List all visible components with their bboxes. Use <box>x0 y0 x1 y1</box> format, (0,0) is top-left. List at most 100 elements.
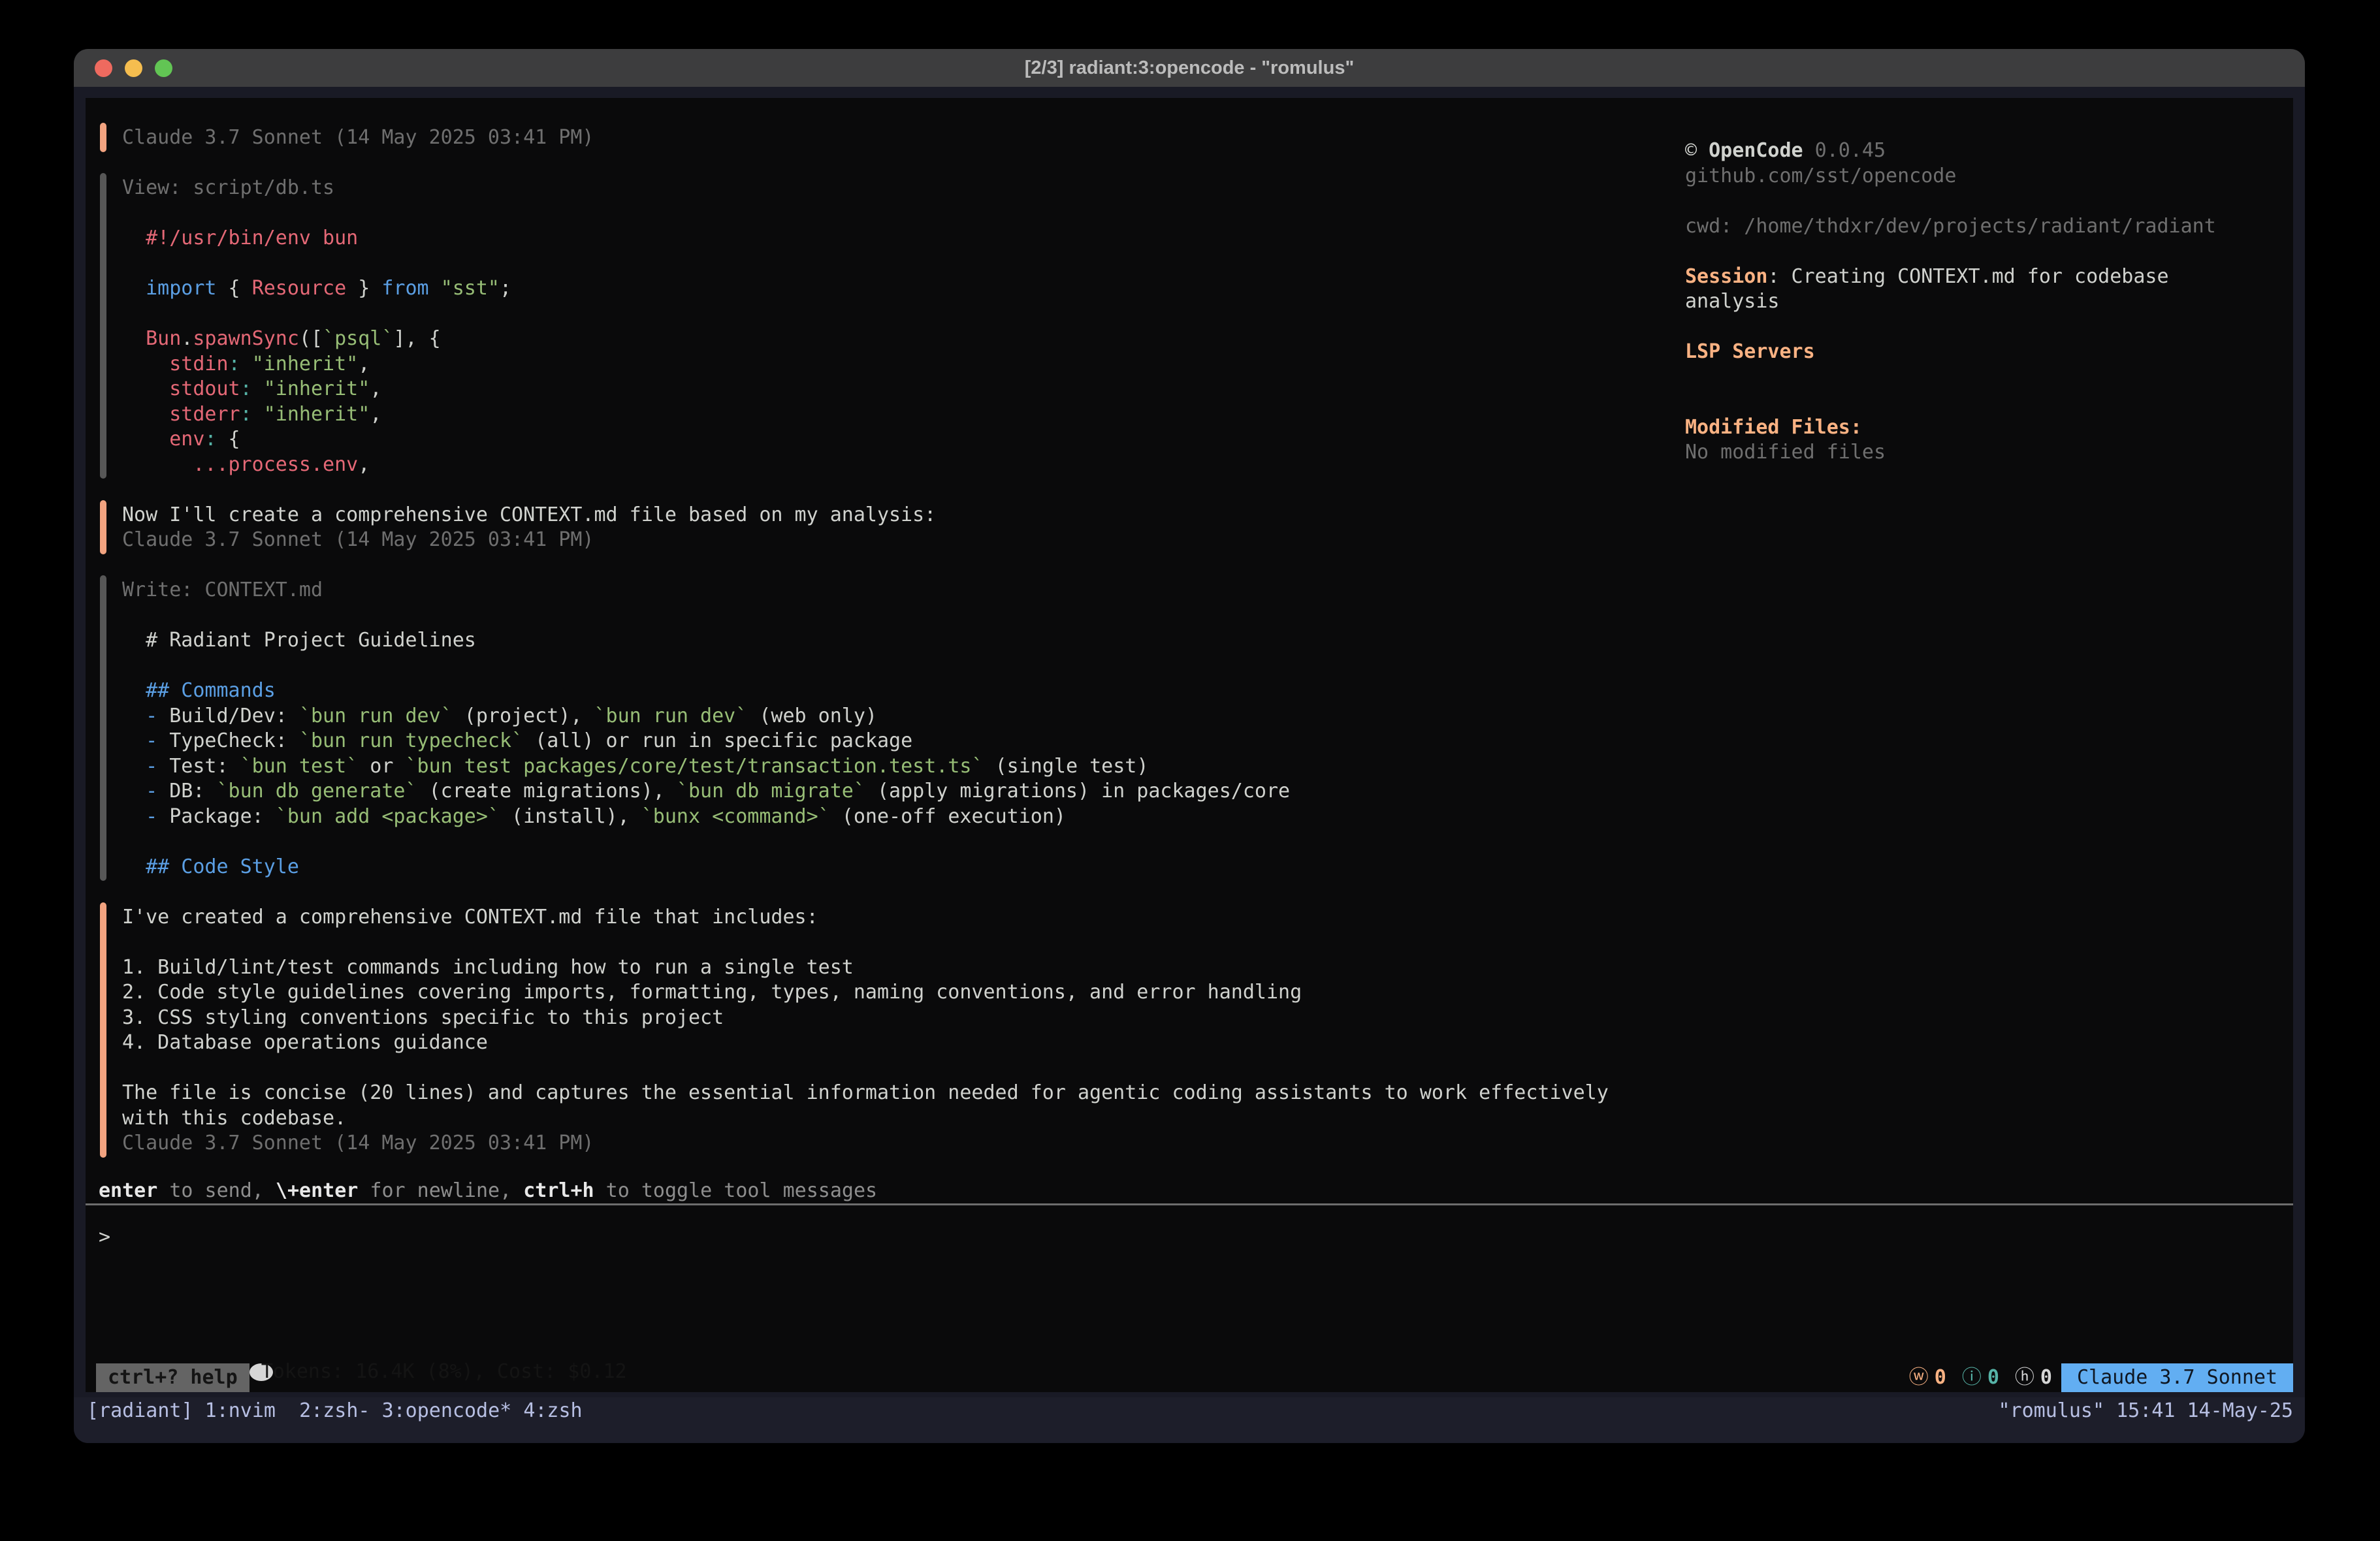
diagnostics-counters: ⓦ0ⓘ0ⓗ0 <box>1893 1363 2052 1392</box>
text-span: spawnSync <box>193 327 299 350</box>
text-span: ctrl+h <box>523 1179 594 1202</box>
traffic-lights <box>95 49 172 87</box>
text-line: 3. CSS styling conventions specific to t… <box>122 1006 2293 1031</box>
text-span: Claude 3.7 Sonnet (14 May 2025 03:41 PM) <box>122 528 594 551</box>
tmux-window-3[interactable]: 3:opencode* <box>382 1399 524 1443</box>
message-accent-bar <box>100 500 106 554</box>
text-span: Claude 3.7 Sonnet (14 May 2025 03:41 PM) <box>122 126 594 149</box>
text-line <box>122 829 2293 855</box>
text-line: LSP Servers <box>1685 340 2299 365</box>
warning-diagnostics-icon: ⓦ <box>1909 1365 1929 1391</box>
chat-area: Claude 3.7 Sonnet (14 May 2025 03:41 PM)… <box>86 98 2293 1156</box>
text-span: : <box>204 428 216 451</box>
text-line: - Package: `bun add <package>` (install)… <box>122 804 2293 830</box>
warning-diagnostics-counter: ⓦ0 <box>1909 1365 1946 1391</box>
window-titlebar[interactable]: [2/3] radiant:3:opencode - "romulus" <box>74 49 2305 87</box>
text-span: `bun test packages/core/test/transaction… <box>406 755 984 778</box>
text-span: - <box>146 755 157 778</box>
text-span: , <box>370 377 381 400</box>
text-span: from <box>381 277 428 300</box>
text-span: , <box>370 403 381 426</box>
text-line: - Test: `bun test` or `bun test packages… <box>122 754 2293 780</box>
text-line: 1. Build/lint/test commands including ho… <box>122 955 2293 981</box>
text-span <box>122 428 169 451</box>
assistant-message-block: Now I'll create a comprehensive CONTEXT.… <box>86 503 2293 553</box>
minimize-window-icon[interactable] <box>125 59 142 77</box>
text-line: ## Code Style <box>122 855 2293 880</box>
text-span: 1. Build/lint/test commands including ho… <box>122 956 854 979</box>
text-span: # Radiant Project Guidelines <box>122 629 476 652</box>
text-span: - <box>146 729 157 752</box>
text-span: `bun db generate` <box>217 780 417 802</box>
text-span: github.com/sst/opencode <box>1685 165 1956 187</box>
tokens-cost-badge: Tokens: 16.4K (8%), Cost: $0.12 <box>249 1363 273 1381</box>
text-span: Session <box>1685 265 1767 288</box>
text-line: - DB: `bun db generate` (create migratio… <box>122 779 2293 804</box>
tmux-host-clock: "romulus" 15:41 14-May-25 <box>1998 1399 2293 1443</box>
text-span <box>122 327 146 350</box>
text-span: to send, <box>157 1179 276 1202</box>
text-span: analysis <box>1685 290 1780 313</box>
opencode-tui: Claude 3.7 Sonnet (14 May 2025 03:41 PM)… <box>86 98 2293 1392</box>
text-span: - <box>146 805 157 828</box>
text-span: ## Code Style <box>146 855 299 878</box>
text-span <box>252 377 264 400</box>
text-line <box>1685 239 2299 264</box>
model-badge[interactable]: Claude 3.7 Sonnet <box>2061 1363 2293 1392</box>
tool-write-block: Write: CONTEXT.md # Radiant Project Guid… <box>86 578 2293 880</box>
desktop: { "colors": { "accentOrange": "#f2a380",… <box>0 0 2380 1541</box>
tmux-status-bar: [radiant] 1:nvim 2:zsh- 3:opencode* 4:zs… <box>74 1397 2305 1443</box>
text-span: Claude 3.7 Sonnet (14 May 2025 03:41 PM) <box>122 1132 594 1154</box>
text-span: (create migrations), <box>417 780 677 802</box>
text-span: #!/usr/bin/env bun <box>146 227 358 249</box>
info-diagnostics-icon: ⓘ <box>1962 1365 1982 1391</box>
text-span: (project), <box>453 705 594 727</box>
text-span <box>252 403 264 426</box>
message-accent-bar <box>100 173 106 479</box>
text-span <box>429 277 441 300</box>
text-line <box>122 930 2293 955</box>
text-span: 4. Database operations guidance <box>122 1031 488 1054</box>
close-window-icon[interactable] <box>95 59 112 77</box>
text-span: `bun test` <box>240 755 359 778</box>
text-span: : <box>229 353 240 375</box>
text-span <box>122 227 146 249</box>
text-span: - <box>146 705 157 727</box>
text-span: stdout <box>169 377 240 400</box>
text-span: (single test) <box>984 755 1149 778</box>
text-line <box>122 1056 2293 1081</box>
text-span <box>122 729 146 752</box>
text-span: 3. CSS styling conventions specific to t… <box>122 1006 724 1029</box>
tmux-window-1[interactable]: 1:nvim <box>205 1399 300 1443</box>
text-span: stdin <box>169 353 228 375</box>
tmux-window-2[interactable]: 2:zsh- <box>299 1399 381 1443</box>
text-span: (one-off execution) <box>830 805 1066 828</box>
text-span: "inherit" <box>264 377 370 400</box>
text-line: with this codebase. <box>122 1106 2293 1132</box>
text-span: : <box>240 403 252 426</box>
text-span: The file is concise (20 lines) and captu… <box>122 1081 1609 1104</box>
text-span: "inherit" <box>252 353 359 375</box>
text-span: (install), <box>500 805 641 828</box>
text-span: `bunx <command>` <box>641 805 830 828</box>
tmux-session-name: [radiant] <box>87 1399 205 1443</box>
message-input-area[interactable]: > <box>86 1205 2293 1363</box>
text-span: import <box>146 277 216 300</box>
message-accent-bar <box>100 902 106 1158</box>
terminal-content: Claude 3.7 Sonnet (14 May 2025 03:41 PM)… <box>74 87 2305 1443</box>
zoom-window-icon[interactable] <box>155 59 172 77</box>
text-span <box>240 353 252 375</box>
tmux-window-list: [radiant] 1:nvim 2:zsh- 3:opencode* 4:zs… <box>87 1399 583 1443</box>
text-span: ...process.env <box>193 453 358 476</box>
tmux-window-4[interactable]: 4:zsh <box>523 1399 582 1443</box>
text-span: Package: <box>157 805 276 828</box>
text-line: # Radiant Project Guidelines <box>122 628 2293 654</box>
text-span: - <box>146 780 157 802</box>
text-span: `psql` <box>323 327 393 350</box>
text-span: ; <box>500 277 511 300</box>
text-span: TypeCheck: <box>157 729 299 752</box>
keybinding-help-line: enter to send, \+enter for newline, ctrl… <box>99 1179 2293 1204</box>
text-line: 2. Code style guidelines covering import… <box>122 980 2293 1006</box>
text-span <box>122 705 146 727</box>
text-span: Bun <box>146 327 181 350</box>
